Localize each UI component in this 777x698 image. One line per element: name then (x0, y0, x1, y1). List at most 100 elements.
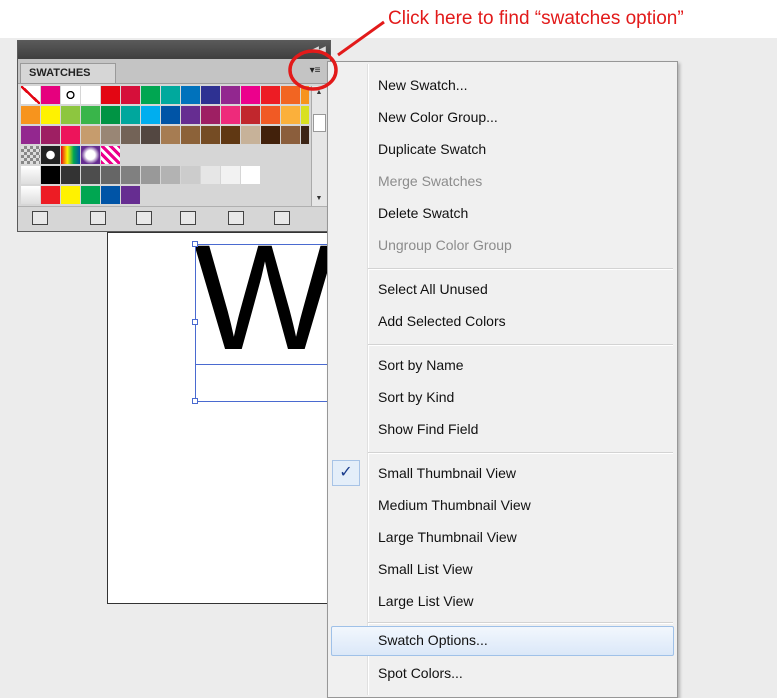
swatch[interactable] (161, 86, 181, 104)
swatch[interactable] (241, 86, 261, 104)
swatch[interactable] (301, 106, 309, 124)
swatch[interactable] (81, 186, 101, 204)
scroll-down-icon[interactable]: ▼ (314, 194, 324, 204)
swatch[interactable] (261, 86, 281, 104)
swatch[interactable] (281, 86, 301, 104)
swatch[interactable] (121, 106, 141, 124)
swatch-scrollbar[interactable]: ▲ ▼ (311, 86, 327, 206)
panel-menu-icon[interactable]: ▾≡ (306, 64, 324, 78)
swatch[interactable] (61, 146, 81, 164)
menu-item-sort-by-name[interactable]: Sort by Name (328, 351, 677, 381)
swatch[interactable] (141, 106, 161, 124)
menu-item-medium-thumbnail-view[interactable]: Medium Thumbnail View (328, 491, 677, 521)
menu-item-delete-swatch[interactable]: Delete Swatch (328, 199, 677, 229)
swatch[interactable] (301, 126, 309, 144)
swatch[interactable] (61, 126, 81, 144)
new-swatch-icon[interactable] (228, 211, 244, 225)
swatch[interactable] (61, 186, 81, 204)
swatch[interactable] (21, 126, 41, 144)
swatch[interactable] (81, 146, 101, 164)
swatch[interactable] (221, 126, 241, 144)
menu-item-large-list-view[interactable]: Large List View (328, 587, 677, 617)
swatch[interactable] (281, 126, 301, 144)
new-color-group-icon[interactable] (180, 211, 196, 225)
scroll-thumb[interactable] (313, 114, 326, 132)
swatch[interactable] (141, 166, 161, 184)
swatch[interactable] (81, 86, 101, 104)
swatch[interactable] (21, 186, 41, 204)
swatch[interactable] (181, 86, 201, 104)
swatch[interactable] (221, 166, 241, 184)
panel-titlebar[interactable]: ◀◀ (18, 41, 330, 59)
swatch[interactable] (101, 166, 121, 184)
tab-swatches[interactable]: SWATCHES (20, 63, 116, 83)
double-chevron-icon[interactable]: ◀◀ (312, 44, 326, 54)
swatch[interactable] (41, 186, 61, 204)
selection-handle[interactable] (192, 398, 198, 404)
swatch[interactable] (161, 126, 181, 144)
selection-handle[interactable] (192, 241, 198, 247)
swatch[interactable] (161, 106, 181, 124)
swatch[interactable] (81, 106, 101, 124)
swatch[interactable] (241, 126, 261, 144)
swatch[interactable] (41, 146, 61, 164)
menu-item-small-list-view[interactable]: Small List View (328, 555, 677, 585)
scroll-up-icon[interactable]: ▲ (314, 88, 324, 98)
menu-item-show-find-field[interactable]: Show Find Field (328, 415, 677, 445)
swatch[interactable] (81, 126, 101, 144)
swatch[interactable] (161, 166, 181, 184)
swatch[interactable] (181, 106, 201, 124)
menu-item-small-thumbnail-view[interactable]: Small Thumbnail View (328, 459, 677, 489)
delete-swatch-icon[interactable] (274, 211, 290, 225)
swatch[interactable] (41, 106, 61, 124)
swatch[interactable] (61, 86, 81, 104)
menu-item-duplicate-swatch[interactable]: Duplicate Swatch (328, 135, 677, 165)
swatch[interactable] (121, 86, 141, 104)
swatch[interactable] (61, 106, 81, 124)
swatch-grid[interactable] (21, 86, 309, 206)
swatch[interactable] (261, 126, 281, 144)
show-swatch-kinds-icon[interactable] (90, 211, 106, 225)
swatch[interactable] (21, 146, 41, 164)
swatch[interactable] (201, 166, 221, 184)
swatch[interactable] (41, 166, 61, 184)
swatch[interactable] (101, 186, 121, 204)
swatch[interactable] (101, 106, 121, 124)
swatch[interactable] (241, 166, 261, 184)
swatch[interactable] (41, 86, 61, 104)
selection-handle[interactable] (192, 319, 198, 325)
swatch[interactable] (121, 166, 141, 184)
swatch[interactable] (201, 126, 221, 144)
swatch[interactable] (121, 186, 141, 204)
swatch[interactable] (141, 126, 161, 144)
swatch[interactable] (181, 126, 201, 144)
swatch[interactable] (301, 86, 309, 104)
swatch[interactable] (21, 86, 41, 104)
swatch[interactable] (81, 166, 101, 184)
swatch[interactable] (281, 106, 301, 124)
swatch[interactable] (121, 126, 141, 144)
swatch[interactable] (41, 126, 61, 144)
swatch[interactable] (241, 106, 261, 124)
menu-item-spot-colors[interactable]: Spot Colors... (328, 659, 677, 689)
swatch-libraries-icon[interactable] (32, 211, 48, 225)
swatch[interactable] (21, 106, 41, 124)
swatch[interactable] (261, 106, 281, 124)
menu-item-large-thumbnail-view[interactable]: Large Thumbnail View (328, 523, 677, 553)
swatch[interactable] (221, 86, 241, 104)
swatch[interactable] (101, 126, 121, 144)
swatch[interactable] (181, 166, 201, 184)
menu-item-add-selected-colors[interactable]: Add Selected Colors (328, 307, 677, 337)
swatch[interactable] (201, 106, 221, 124)
menu-item-new-color-group[interactable]: New Color Group... (328, 103, 677, 133)
menu-item-select-all-unused[interactable]: Select All Unused (328, 275, 677, 305)
swatch[interactable] (101, 86, 121, 104)
menu-item-sort-by-kind[interactable]: Sort by Kind (328, 383, 677, 413)
menu-item-swatch-options[interactable]: Swatch Options... (331, 626, 674, 656)
swatch[interactable] (221, 106, 241, 124)
swatch[interactable] (141, 86, 161, 104)
swatch-options-icon[interactable] (136, 211, 152, 225)
swatch[interactable] (201, 86, 221, 104)
swatch[interactable] (61, 166, 81, 184)
swatch[interactable] (101, 146, 121, 164)
